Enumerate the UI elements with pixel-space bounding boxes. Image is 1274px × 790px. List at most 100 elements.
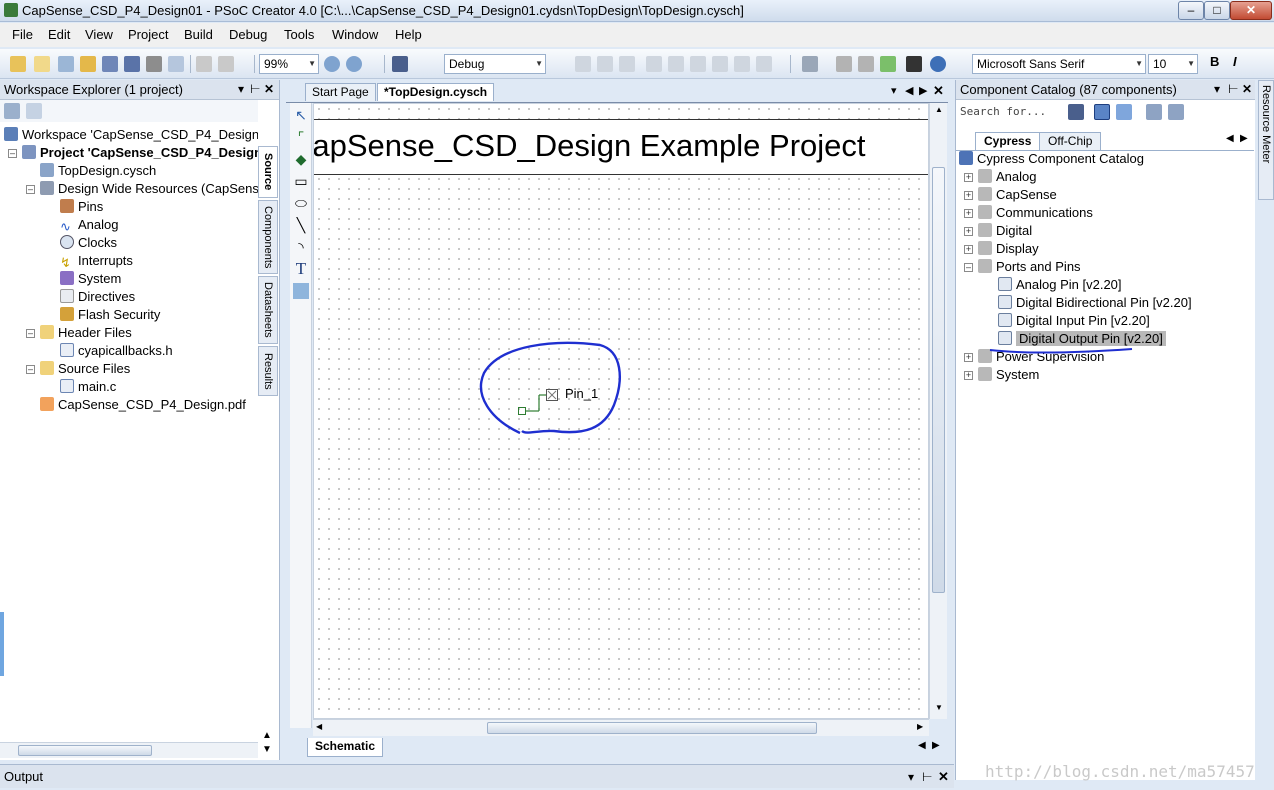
save-all-icon[interactable]	[124, 56, 140, 72]
open-folder-icon[interactable]	[80, 56, 96, 72]
expand-icon[interactable]: +	[964, 191, 973, 200]
group-icon[interactable]	[597, 56, 613, 72]
collapse-icon[interactable]: –	[26, 365, 35, 374]
collapse-icon[interactable]: –	[26, 185, 35, 194]
program-icon[interactable]	[880, 56, 896, 72]
expand-icon[interactable]: +	[964, 245, 973, 254]
menu-debug[interactable]: Debug	[229, 27, 267, 42]
tab-cypress[interactable]: Cypress	[975, 132, 1041, 150]
catalog-capsense[interactable]: CapSense	[978, 186, 1057, 204]
tree-item-analog[interactable]: ∿ Analog	[60, 216, 118, 234]
wire-tool-icon[interactable]: ⌜	[293, 129, 309, 145]
canvas-vscrollbar[interactable]: ▲ ▼	[929, 103, 947, 719]
scroll-right-icon[interactable]: ▶	[919, 84, 927, 97]
text-tool-icon[interactable]: T	[293, 260, 309, 277]
collapse-icon[interactable]: –	[26, 329, 35, 338]
tree-item-pdf[interactable]: CapSense_CSD_P4_Design.pdf	[40, 396, 246, 414]
scroll-thumb[interactable]	[932, 167, 945, 593]
scroll-thumb[interactable]	[487, 722, 817, 734]
tree-item-cyapicallbacks[interactable]: cyapicallbacks.h	[60, 342, 173, 360]
canvas-hscrollbar[interactable]: ◀ ▶	[313, 719, 929, 736]
minimize-button[interactable]: –	[1178, 1, 1204, 20]
zoom-out-icon[interactable]	[346, 56, 362, 72]
pin-component[interactable]	[518, 386, 558, 416]
bold-button[interactable]: B	[1210, 54, 1219, 69]
close-icon[interactable]: ✕	[1242, 80, 1252, 99]
tab-start-page[interactable]: Start Page	[305, 83, 376, 101]
tab-schematic[interactable]: Schematic	[307, 738, 384, 757]
tree-item-dwr[interactable]: Design Wide Resources (CapSens	[40, 180, 258, 198]
pin-icon[interactable]: ⊢	[250, 80, 260, 99]
collapse-all-icon[interactable]	[26, 103, 42, 119]
catalog-system[interactable]: System	[978, 366, 1039, 384]
filter-icon[interactable]	[1094, 104, 1110, 120]
tab-datasheets[interactable]: Datasheets	[258, 276, 278, 344]
pin-icon[interactable]: ⊢	[922, 770, 932, 784]
select-pointer-icon[interactable]: ↖	[293, 107, 309, 123]
debug-bug-icon[interactable]	[930, 56, 946, 72]
rotate-right-icon[interactable]	[668, 56, 684, 72]
menu-tools[interactable]: Tools	[284, 27, 314, 42]
tree-project[interactable]: Project 'CapSense_CSD_P4_Design0	[22, 144, 258, 162]
scroll-left-icon[interactable]: ◀	[905, 84, 913, 97]
grid-icon[interactable]	[802, 56, 818, 72]
scroll-left-icon[interactable]: ◀	[1226, 133, 1234, 144]
scroll-up-icon[interactable]: ▲	[935, 105, 943, 114]
tree-item-header-files[interactable]: Header Files	[40, 324, 132, 342]
scroll-right-icon[interactable]: ▶	[917, 722, 923, 731]
catalog-digital[interactable]: Digital	[978, 222, 1032, 240]
chip-icon[interactable]	[906, 56, 922, 72]
dropdown-icon[interactable]: ▾	[238, 80, 244, 99]
tree-item-flash-security[interactable]: Flash Security	[60, 306, 160, 324]
tree-workspace[interactable]: Workspace 'CapSense_CSD_P4_Design01	[4, 126, 258, 144]
align-icon[interactable]	[575, 56, 591, 72]
new-project-icon[interactable]	[10, 56, 26, 72]
catalog-display[interactable]: Display	[978, 240, 1039, 258]
print-preview-icon[interactable]	[168, 56, 184, 72]
catalog-search-input[interactable]: Search for...	[958, 102, 1066, 122]
scroll-right-icon[interactable]: ▶	[932, 740, 940, 751]
close-document-icon[interactable]: ✕	[933, 83, 944, 99]
expand-icon[interactable]: +	[964, 227, 973, 236]
cut-icon[interactable]	[196, 56, 212, 72]
scroll-down-icon[interactable]: ▼	[262, 744, 272, 755]
find-icon[interactable]	[392, 56, 408, 72]
mirror-icon[interactable]	[734, 56, 750, 72]
catalog-analog[interactable]: Analog	[978, 168, 1036, 186]
italic-button[interactable]: I	[1233, 54, 1237, 69]
scroll-left-icon[interactable]: ◀	[316, 722, 322, 731]
expand-icon[interactable]: +	[964, 353, 973, 362]
menu-window[interactable]: Window	[332, 27, 378, 42]
menu-view[interactable]: View	[85, 27, 113, 42]
menu-project[interactable]: Project	[128, 27, 168, 42]
tree-item-main-c[interactable]: main.c	[60, 378, 116, 396]
resource-meter-tab[interactable]: Resource Meter	[1258, 80, 1274, 200]
collapse-icon[interactable]: –	[8, 149, 17, 158]
dropdown-icon[interactable]: ▾	[908, 770, 914, 784]
component-tool-icon[interactable]: ◆	[293, 151, 309, 167]
rectangle-tool-icon[interactable]: ▭	[293, 173, 309, 189]
expand-icon[interactable]: +	[964, 173, 973, 182]
close-button[interactable]: ✕	[1230, 1, 1272, 20]
tree-item-clocks[interactable]: Clocks	[60, 234, 117, 252]
refresh-icon[interactable]	[4, 103, 20, 119]
zoom-select[interactable]: 99% ▼	[259, 54, 319, 74]
tab-source[interactable]: Source	[258, 146, 278, 198]
expand-icon[interactable]: +	[964, 209, 973, 218]
tab-off-chip[interactable]: Off-Chip	[1039, 132, 1102, 150]
catalog-digital-bidirectional-pin[interactable]: Digital Bidirectional Pin [v2.20]	[998, 294, 1192, 312]
catalog-root[interactable]: Cypress Component Catalog	[959, 150, 1144, 168]
workspace-hscrollbar[interactable]	[0, 742, 258, 758]
tree-item-system[interactable]: System	[60, 270, 121, 288]
font-select[interactable]: Microsoft Sans Serif ▼	[972, 54, 1146, 74]
collapse-all-icon[interactable]	[1168, 104, 1184, 120]
menu-build[interactable]: Build	[184, 27, 213, 42]
find-icon[interactable]	[1068, 104, 1084, 120]
font-size-select[interactable]: 10 ▼	[1148, 54, 1198, 74]
arc-tool-icon[interactable]: ◝	[293, 239, 309, 255]
snap-grid-icon[interactable]	[756, 56, 772, 72]
scroll-thumb[interactable]	[18, 745, 152, 756]
add-item-icon[interactable]	[58, 56, 74, 72]
pin-icon[interactable]: ⊢	[1228, 80, 1238, 99]
catalog-communications[interactable]: Communications	[978, 204, 1093, 222]
